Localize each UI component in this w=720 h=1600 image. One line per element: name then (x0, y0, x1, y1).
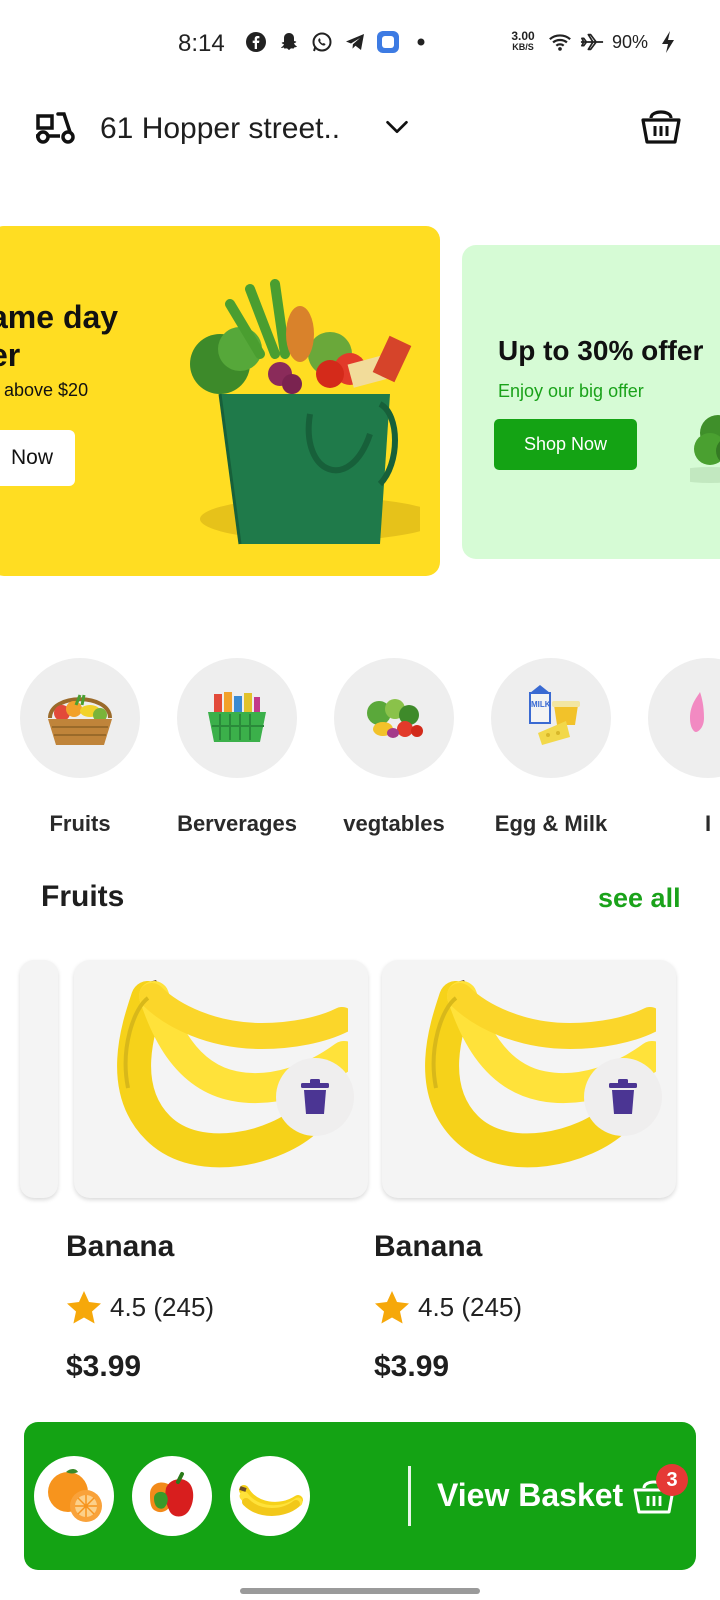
section-title: Fruits (41, 880, 125, 913)
network-speed: 3.00 KB/S (506, 29, 540, 53)
notification-icons (244, 30, 433, 54)
product-name: Banana (66, 1230, 175, 1263)
system-status: 3.00 KB/S 90% (506, 30, 680, 54)
category-label: Fruits (49, 811, 111, 836)
network-speed-unit: KB/S (512, 42, 534, 52)
product-card[interactable] (74, 960, 368, 1198)
category-label: I (704, 811, 712, 836)
remove-item-button[interactable] (276, 1058, 354, 1136)
basket-bar-divider (408, 1466, 411, 1526)
trash-icon (609, 1079, 637, 1114)
banner-subtitle: s above $20 (0, 380, 89, 400)
category-item-beverages[interactable]: Berverages (157, 658, 317, 848)
delivery-scooter-icon (34, 110, 76, 151)
grocery-bag-image (180, 254, 440, 559)
network-speed-value: 3.00 (511, 29, 535, 43)
product-rating: 4.5 (245) (66, 1290, 214, 1324)
broccoli-image (670, 405, 720, 490)
product-price: $3.99 (374, 1350, 450, 1383)
shop-now-button[interactable]: Shop Now (494, 419, 637, 470)
basket-icon[interactable] (640, 104, 682, 151)
product-card[interactable] (382, 960, 676, 1198)
partial-category-icon (648, 658, 720, 778)
home-indicator[interactable] (240, 1588, 480, 1594)
banner-title: ame day er (0, 298, 118, 374)
telegram-icon (343, 30, 367, 54)
svg-text:MILK: MILK (531, 700, 551, 709)
charging-icon (656, 30, 680, 54)
product-rating: 4.5 (245) (374, 1290, 522, 1324)
basket-count-badge: 3 (656, 1464, 688, 1496)
banner-order-now-button[interactable]: Now (0, 430, 75, 486)
fruit-basket-icon (20, 658, 140, 778)
snapchat-icon (277, 30, 301, 54)
status-bar: 8:14 3.00 KB/S 90% (0, 0, 720, 92)
app-notification-icon (376, 30, 400, 54)
basket-thumb-orange (34, 1456, 114, 1536)
trash-icon (301, 1079, 329, 1114)
banner-title-line-1: ame day (0, 299, 119, 335)
promo-banner-offer[interactable]: Up to 30% offer Enjoy our big offer Shop… (462, 245, 720, 559)
category-label: Berverages (177, 811, 297, 836)
product-name: Banana (374, 1230, 483, 1263)
facebook-icon (244, 30, 268, 54)
delivery-address[interactable]: 61 Hopper street.. (100, 112, 340, 146)
category-item-egg-milk[interactable]: MILK Egg & Milk (471, 658, 631, 848)
basket-thumb-banana (230, 1456, 310, 1536)
category-item-partial[interactable]: I (628, 658, 720, 848)
vegetables-icon (334, 658, 454, 778)
chevron-down-icon[interactable] (386, 114, 408, 145)
star-icon (67, 1291, 101, 1324)
rating-value: 4.5 (245) (110, 1291, 215, 1322)
dairy-icon: MILK (491, 658, 611, 778)
remove-item-button[interactable] (584, 1058, 662, 1136)
view-basket-label[interactable]: View Basket (437, 1477, 623, 1514)
airplane-mode-icon (580, 30, 604, 54)
product-card-partial[interactable] (20, 960, 58, 1198)
star-icon (375, 1291, 409, 1324)
promo-banner-same-day[interactable]: ame day er s above $20 Now (0, 226, 440, 576)
category-label: vegtables (343, 811, 445, 836)
battery-percent: 90% (612, 31, 649, 52)
banner-offer-subtitle: Enjoy our big offer (498, 381, 644, 401)
status-time: 8:14 (178, 30, 225, 57)
wifi-icon (548, 30, 572, 54)
app-header: 61 Hopper street.. (0, 100, 720, 160)
more-notifications-dot (409, 30, 433, 54)
rating-value: 4.5 (245) (418, 1291, 523, 1322)
view-basket-bar[interactable]: View Basket 3 (24, 1422, 696, 1570)
category-item-fruits[interactable]: Fruits (0, 658, 160, 848)
banner-title-line-2: er (0, 337, 21, 373)
product-price: $3.99 (66, 1350, 142, 1383)
whatsapp-icon (310, 30, 334, 54)
beverage-basket-icon (177, 658, 297, 778)
banner-offer-title: Up to 30% offer (498, 335, 704, 366)
category-label: Egg & Milk (494, 811, 608, 836)
category-list[interactable]: Fruits Berverages vegtables MILK Egg & M… (0, 658, 720, 848)
category-item-vegetables[interactable]: vegtables (314, 658, 474, 848)
basket-thumb-bell-pepper (132, 1456, 212, 1536)
see-all-link[interactable]: see all (598, 883, 681, 914)
